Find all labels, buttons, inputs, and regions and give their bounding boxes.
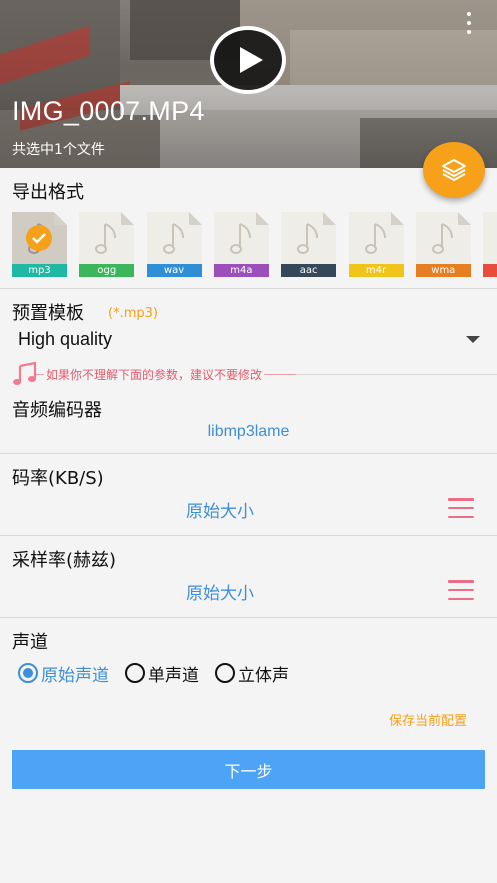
file-icon bbox=[483, 212, 497, 264]
batch-layers-button[interactable] bbox=[423, 142, 485, 198]
radio-button-icon[interactable] bbox=[215, 663, 235, 683]
divider bbox=[0, 453, 497, 454]
radio-mono[interactable]: 单声道 bbox=[125, 661, 199, 686]
music-note-icon bbox=[364, 223, 386, 254]
export-format-title: 导出格式 bbox=[12, 182, 84, 203]
channel-title: 声道 bbox=[12, 632, 48, 653]
format-label: m4r bbox=[348, 264, 404, 277]
format-label: mp3 bbox=[12, 264, 67, 277]
preset-extension-hint: (*.mp3) bbox=[108, 306, 158, 321]
video-preview[interactable]: IMG_0007.MP4 共选中1个文件 bbox=[0, 0, 497, 168]
music-note-icon bbox=[297, 223, 319, 254]
divider bbox=[0, 535, 497, 536]
more-options-icon[interactable] bbox=[462, 12, 476, 34]
format-label: ogg bbox=[79, 264, 135, 277]
selection-count: 共选中1个文件 bbox=[12, 142, 105, 158]
format-tile-partial[interactable] bbox=[483, 212, 497, 277]
warning-text: 如果你不理解下面的参数，建议不要修改 bbox=[44, 366, 265, 383]
samplerate-menu-icon[interactable] bbox=[448, 580, 474, 600]
format-tile-wma[interactable]: wma bbox=[415, 212, 471, 277]
divider bbox=[0, 617, 497, 618]
format-tile-wav[interactable]: wav bbox=[146, 212, 202, 277]
format-label bbox=[483, 264, 497, 277]
play-button[interactable] bbox=[210, 26, 286, 94]
check-icon bbox=[26, 225, 52, 251]
file-name: IMG_0007.MP4 bbox=[12, 96, 205, 126]
format-tile-mp3[interactable]: mp3 bbox=[12, 212, 67, 277]
samplerate-value[interactable]: 原始大小 bbox=[0, 579, 440, 604]
bitrate-title: 码率(KB/S) bbox=[12, 468, 104, 489]
format-label: wav bbox=[146, 264, 202, 277]
format-list: mp3 ogg wav m4a aac m4r wma bbox=[12, 212, 497, 278]
bitrate-menu-icon[interactable] bbox=[448, 498, 474, 518]
channel-radio-group: 原始声道 单声道 立体声 bbox=[18, 660, 305, 686]
radio-stereo[interactable]: 立体声 bbox=[215, 661, 289, 686]
codec-title: 音频编码器 bbox=[12, 400, 102, 421]
music-note-icon bbox=[12, 361, 38, 387]
preset-title: 预置模板 bbox=[12, 303, 84, 324]
format-tile-aac[interactable]: aac bbox=[281, 212, 337, 277]
bitrate-value[interactable]: 原始大小 bbox=[0, 497, 440, 522]
music-note-icon bbox=[229, 223, 251, 254]
save-config-link[interactable]: 保存当前配置 bbox=[389, 710, 467, 729]
music-note-icon bbox=[162, 223, 184, 254]
radio-label[interactable]: 立体声 bbox=[238, 661, 289, 686]
radio-button-icon[interactable] bbox=[18, 663, 38, 683]
radio-button-icon[interactable] bbox=[125, 663, 145, 683]
music-note-icon bbox=[431, 223, 453, 254]
next-step-button[interactable]: 下一步 bbox=[12, 750, 485, 789]
radio-label[interactable]: 单声道 bbox=[148, 661, 199, 686]
format-tile-m4a[interactable]: m4a bbox=[213, 212, 269, 277]
format-tile-m4r[interactable]: m4r bbox=[348, 212, 404, 277]
format-label: m4a bbox=[213, 264, 269, 277]
dropdown-arrow-icon[interactable] bbox=[466, 336, 480, 343]
layers-icon bbox=[442, 159, 466, 181]
radio-label[interactable]: 原始声道 bbox=[41, 661, 109, 686]
divider bbox=[0, 288, 497, 289]
format-label: wma bbox=[415, 264, 471, 277]
format-label: aac bbox=[281, 264, 337, 277]
preset-select[interactable]: High quality bbox=[18, 329, 112, 350]
play-icon bbox=[239, 47, 263, 73]
radio-original-channel[interactable]: 原始声道 bbox=[18, 661, 109, 686]
samplerate-title: 采样率(赫兹) bbox=[12, 550, 117, 571]
music-note-icon bbox=[95, 223, 117, 254]
codec-value[interactable]: libmp3lame bbox=[0, 423, 497, 441]
divider bbox=[296, 374, 497, 375]
format-tile-ogg[interactable]: ogg bbox=[79, 212, 135, 277]
